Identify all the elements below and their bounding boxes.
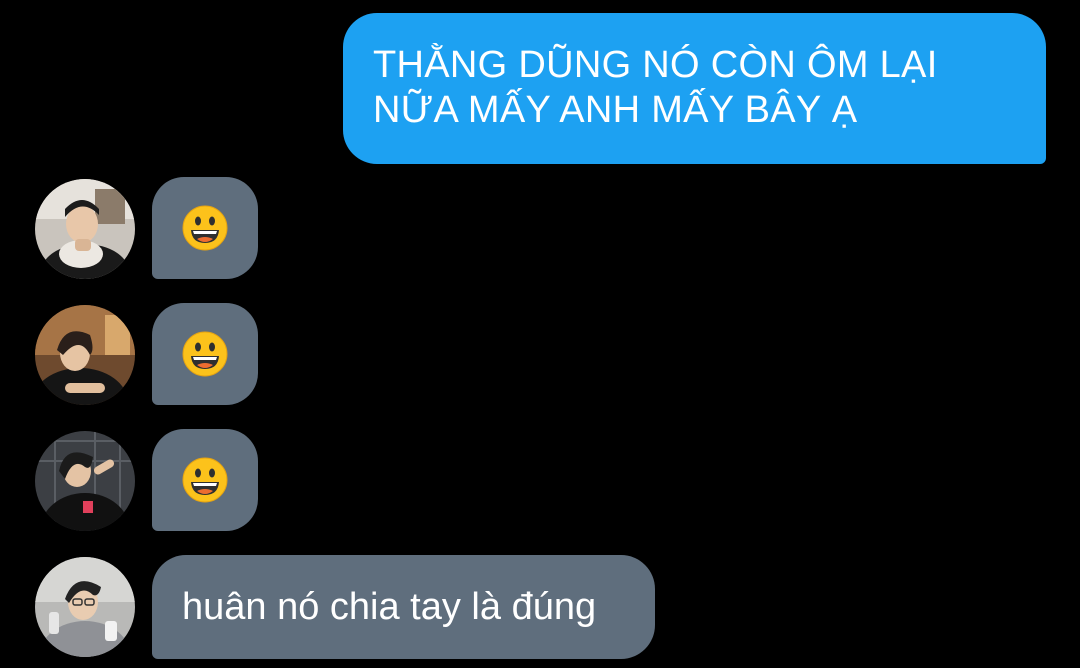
incoming-text-bubble[interactable]: huân nó chia tay là đúng bbox=[152, 555, 655, 659]
grinning-face-icon bbox=[182, 457, 228, 503]
grinning-face-icon bbox=[182, 205, 228, 251]
outgoing-message-line-2: NỮA MẤY ANH MẤY BÂY Ạ bbox=[373, 89, 858, 131]
user-avatar[interactable] bbox=[35, 431, 135, 531]
incoming-emoji-bubble[interactable] bbox=[152, 303, 258, 405]
user-avatar[interactable] bbox=[35, 305, 135, 405]
incoming-emoji-bubble[interactable] bbox=[152, 429, 258, 531]
avatar-photo-icon bbox=[35, 557, 135, 657]
avatar-photo-icon bbox=[35, 305, 135, 405]
outgoing-message-line-1: THẰNG DŨNG NÓ CÒN ÔM LẠI bbox=[373, 44, 938, 86]
incoming-emoji-bubble[interactable] bbox=[152, 177, 258, 279]
incoming-message-text: huân nó chia tay là đúng bbox=[182, 585, 597, 628]
user-avatar[interactable] bbox=[35, 179, 135, 279]
avatar-photo-icon bbox=[35, 431, 135, 531]
avatar-photo-icon bbox=[35, 179, 135, 279]
outgoing-message-bubble[interactable]: THẰNG DŨNG NÓ CÒN ÔM LẠI NỮA MẤY ANH MẤY… bbox=[343, 13, 1046, 164]
user-avatar[interactable] bbox=[35, 557, 135, 657]
grinning-face-icon bbox=[182, 331, 228, 377]
